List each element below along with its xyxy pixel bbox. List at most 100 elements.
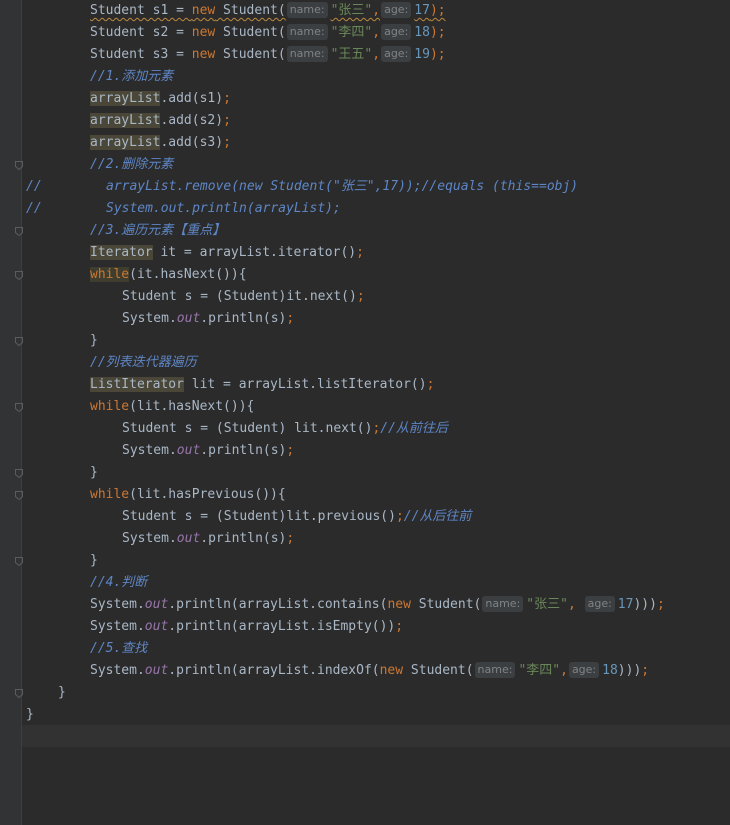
fold-marker-icon[interactable] [15, 491, 23, 500]
keyword-token: ; [286, 531, 295, 546]
keyword-token: , [567, 597, 584, 612]
fold-marker-icon[interactable] [15, 227, 23, 236]
code-line[interactable]: //2.删除元素 [0, 154, 730, 176]
code-token: } [90, 465, 98, 480]
code-line[interactable]: //4.判断 [0, 572, 730, 594]
comment-token: //1.添加元素 [90, 69, 174, 84]
fold-marker-icon[interactable] [15, 271, 23, 280]
code-line[interactable]: arrayList.add(s2); [0, 110, 730, 132]
fold-marker-icon[interactable] [15, 161, 23, 170]
keyword-token: ); [429, 3, 446, 18]
code-line[interactable]: Student s = (Student)lit.previous();//从后… [0, 506, 730, 528]
code-token: (lit.hasNext()){ [129, 399, 255, 414]
code-line[interactable]: } [0, 330, 730, 352]
code-line[interactable]: //5.查找 [0, 638, 730, 660]
code-line[interactable]: } [0, 462, 730, 484]
fold-marker-icon[interactable] [15, 469, 23, 478]
code-line[interactable]: ListIterator lit = arrayList.listIterato… [0, 374, 730, 396]
code-line[interactable]: System.out.println(s); [0, 308, 730, 330]
string-token: "李四" [518, 663, 561, 678]
code-text: //1.添加元素 [90, 66, 173, 88]
code-token: Student( [403, 663, 474, 678]
code-line[interactable]: System.out.println(arrayList.indexOf(new… [0, 660, 730, 682]
field-token: out [144, 663, 169, 678]
string-token: "张三" [330, 3, 373, 18]
keyword-token: new [379, 663, 404, 678]
field-token: out [176, 311, 201, 326]
code-text: System.out.println(s); [122, 528, 294, 550]
code-line[interactable]: arrayList.add(s3); [0, 132, 730, 154]
fold-marker-icon[interactable] [15, 337, 23, 346]
code-line[interactable]: Student s = (Student)it.next(); [0, 286, 730, 308]
code-token: System. [122, 531, 177, 546]
code-line[interactable]: Student s = (Student) lit.next();//从前往后 [0, 418, 730, 440]
code-text: System.out.println(s); [122, 308, 294, 330]
code-line[interactable]: Student s1 = new Student(name: "张三", age: 1… [0, 0, 730, 22]
keyword-token: ; [395, 619, 404, 634]
keyword-token: ); [429, 25, 446, 40]
code-text: ListIterator lit = arrayList.listIterato… [90, 374, 434, 396]
code-token: Student( [410, 597, 482, 612]
code-line[interactable]: Student s2 = new Student(name: "李四", age: 1… [0, 22, 730, 44]
code-line[interactable]: //1.添加元素 [0, 66, 730, 88]
code-text: Student s2 = new Student(name: "李四", age: 1… [90, 22, 446, 44]
fold-marker-icon[interactable] [15, 403, 23, 412]
line-comment-marker: // [26, 201, 42, 216]
code-line[interactable]: //3.遍历元素【重点】 [0, 220, 730, 242]
code-line[interactable]: System.out.println(arrayList.contains(ne… [0, 594, 730, 616]
code-token: Student s = (Student)it.next() [122, 289, 357, 304]
code-line[interactable]: while(lit.hasNext()){ [0, 396, 730, 418]
code-line[interactable]: System.out.println(s); [0, 528, 730, 550]
code-text: } [90, 462, 98, 484]
keyword-token: ; [356, 245, 364, 260]
code-token: ))) [617, 663, 642, 678]
code-text: while(lit.hasNext()){ [90, 396, 254, 418]
code-line[interactable]: Iterator it = arrayList.iterator(); [0, 242, 730, 264]
code-token: Student( [215, 3, 286, 18]
code-token: ))) [633, 597, 657, 612]
code-text: } [58, 682, 66, 704]
code-text: //2.删除元素 [90, 154, 173, 176]
code-line[interactable]: while(lit.hasPrevious()){ [0, 484, 730, 506]
keyword-token: ; [395, 509, 404, 524]
keyword-token: ; [641, 663, 650, 678]
keyword-token: ; [223, 91, 231, 106]
keyword-token: new [387, 597, 411, 612]
parameter-hint: name: [482, 596, 524, 612]
code-token: arrayList [90, 91, 161, 106]
code-token: it = arrayList.iterator() [152, 245, 357, 260]
fold-marker-icon[interactable] [15, 557, 23, 566]
code-line[interactable]: } [0, 704, 730, 726]
keyword-token: ); [429, 47, 446, 62]
code-token: (lit.hasPrevious()){ [129, 487, 286, 502]
number-token: 17 [414, 3, 430, 18]
code-line[interactable]: arrayList.add(s1); [0, 88, 730, 110]
code-text: Student s = (Student) lit.next();//从前往后 [122, 418, 448, 440]
parameter-hint: age: [381, 46, 412, 62]
code-line[interactable]: // arrayList.remove(new Student("张三",17))… [0, 176, 730, 198]
parameter-hint: name: [286, 2, 328, 18]
string-token: "张三" [526, 597, 568, 612]
code-token: .add(s3) [160, 135, 224, 150]
code-line[interactable]: System.out.println(arrayList.isEmpty()); [0, 616, 730, 638]
code-line[interactable]: while(it.hasNext()){ [0, 264, 730, 286]
code-token: .println(s) [200, 443, 287, 458]
code-line[interactable]: // System.out.println(arrayList); [0, 198, 730, 220]
code-line[interactable]: } [0, 550, 730, 572]
code-line[interactable]: //列表迭代器遍历 [0, 352, 730, 374]
code-text: arrayList.add(s2); [90, 110, 231, 132]
comment-token: arrayList.remove(new Student("张三",17));/… [106, 179, 579, 194]
code-text: //5.查找 [90, 638, 147, 660]
fold-marker-icon[interactable] [15, 689, 23, 698]
number-token: 17 [617, 597, 634, 612]
keyword-token: new [191, 3, 216, 18]
code-token: .println(arrayList.contains( [168, 597, 388, 612]
code-token: Student s3 = [90, 47, 192, 62]
code-text: Student s = (Student)it.next(); [122, 286, 365, 308]
code-line[interactable]: System.out.println(s); [0, 440, 730, 462]
code-line[interactable]: } [0, 682, 730, 704]
code-token: } [90, 333, 98, 348]
parameter-hint: age: [381, 2, 412, 18]
parameter-hint: name: [474, 662, 516, 678]
code-line[interactable]: Student s3 = new Student(name: "王五", age: 1… [0, 44, 730, 66]
